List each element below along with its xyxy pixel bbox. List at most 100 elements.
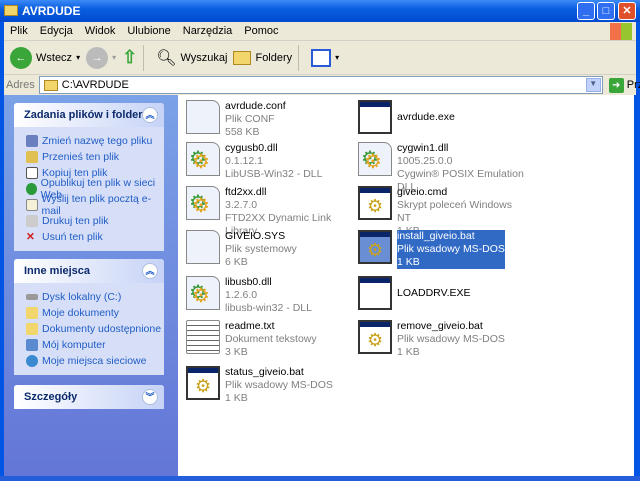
file-item[interactable]: GIVEIO.SYS Plik systemowy 6 KB: [186, 230, 356, 272]
place-shared-documents[interactable]: Dokumenty udostępnione: [26, 321, 164, 337]
menu-view[interactable]: Widok: [79, 25, 122, 37]
file-item[interactable]: status_giveio.batPlik wsadowy MS-DOS1 KB: [186, 366, 356, 408]
file-text: LOADDRV.EXE: [397, 287, 471, 300]
title-bar: AVRDUDE _ □ ✕: [0, 0, 640, 22]
txt-file-icon: [186, 320, 220, 354]
file-item[interactable]: libusb0.dll1.2.6.0libusb-win32 - DLL: [186, 276, 356, 318]
file-item[interactable]: cygusb0.dll0.1.12.1LibUSB-Win32 - DLL: [186, 142, 356, 184]
address-input[interactable]: C:\AVRDUDE ▼: [38, 76, 603, 94]
file-item[interactable]: install_giveio.batPlik wsadowy MS-DOS1 K…: [358, 230, 528, 272]
computer-icon: [26, 339, 38, 351]
panel-header[interactable]: Szczegóły ︾: [14, 385, 164, 409]
address-dropdown-icon[interactable]: ▼: [585, 78, 601, 92]
file-info: LibUSB-Win32 - DLL: [225, 168, 323, 180]
dll-file-icon: [186, 142, 220, 176]
expand-icon[interactable]: ︾: [142, 389, 158, 405]
place-label: Moje dokumenty: [42, 307, 120, 319]
place-local-disk[interactable]: Dysk lokalny (C:): [26, 289, 164, 305]
task-move[interactable]: Przenieś ten plik: [26, 149, 164, 165]
menu-file[interactable]: Plik: [4, 25, 34, 37]
folders-button[interactable]: Foldery: [233, 50, 293, 65]
back-button[interactable]: ← Wstecz ▾: [10, 46, 80, 69]
task-delete[interactable]: ✕ Usuń ten plik: [26, 229, 164, 245]
doc-file-icon: [186, 100, 220, 134]
go-button[interactable]: ➜Przejdź: [608, 77, 640, 93]
drive-icon: [26, 294, 38, 300]
file-name: readme.txt: [225, 320, 275, 332]
task-email[interactable]: Wyślij ten plik pocztą e-mail: [26, 193, 164, 217]
file-type: 3.2.7.0: [225, 199, 258, 211]
file-name: cygusb0.dll: [225, 142, 278, 154]
gear-file-icon: [186, 366, 220, 400]
file-type: Skrypt poleceń Windows NT: [397, 199, 512, 224]
file-name: remove_giveio.bat: [397, 320, 483, 332]
file-item[interactable]: LOADDRV.EXE: [358, 276, 528, 318]
file-text: cygusb0.dll 0.1.12.1 LibUSB-Win32 - DLL: [225, 142, 322, 181]
file-name: LOADDRV.EXE: [397, 287, 471, 299]
file-item[interactable]: giveio.cmdSkrypt poleceń Windows NT1 KB: [358, 186, 528, 237]
forward-button[interactable]: → ▾: [86, 46, 116, 69]
file-text: libusb0.dll 1.2.6.0 libusb-win32 - DLL: [225, 276, 312, 315]
delete-icon: ✕: [26, 231, 35, 243]
file-item[interactable]: cygwin1.dll1005.25.0.0Cygwin® POSIX Emul…: [358, 142, 528, 193]
close-button[interactable]: ✕: [618, 2, 636, 20]
file-list: avrdude.confPlik CONF558 KB avrdude.exe cy…: [178, 95, 634, 481]
file-info: 1 KB: [397, 346, 420, 358]
menu-favorites[interactable]: Ulubione: [121, 25, 176, 37]
explorer-window: AVRDUDE _ □ ✕ Plik Edycja Widok Ulubione…: [0, 0, 640, 481]
file-info: 3 KB: [225, 346, 248, 358]
collapse-icon[interactable]: ︽: [142, 107, 158, 123]
task-rename[interactable]: Zmień nazwę tego pliku: [26, 133, 164, 149]
place-my-computer[interactable]: Mój komputer: [26, 337, 164, 353]
menu-help[interactable]: Pomoc: [238, 25, 284, 37]
maximize-button[interactable]: □: [597, 2, 615, 20]
panel-title: Inne miejsca: [24, 265, 91, 277]
file-item[interactable]: ftd2xx.dll3.2.7.0FTD2XX Dynamic Link Lib…: [186, 186, 356, 237]
file-type: 1005.25.0.0: [397, 155, 453, 167]
toolbar: ← Wstecz ▾ → ▾ ⇧ 🔍︎ Wyszukaj Foldery ▾: [4, 41, 636, 75]
file-item[interactable]: avrdude.conf Plik CONF 558 KB: [186, 100, 356, 142]
move-icon: [26, 151, 38, 163]
menu-edit[interactable]: Edycja: [34, 25, 79, 37]
file-item[interactable]: readme.txt Dokument tekstowy 3 KB: [186, 320, 356, 362]
place-label: Dysk lokalny (C:): [42, 291, 122, 303]
gear-file-icon: [358, 320, 392, 354]
minimize-button[interactable]: _: [577, 2, 595, 20]
folder-icon: [43, 79, 58, 91]
forward-dropdown-icon[interactable]: ▾: [112, 53, 116, 62]
task-label: Usuń ten plik: [42, 231, 103, 243]
go-arrow-icon: ➜: [608, 77, 624, 93]
panel-header[interactable]: Inne miejsca ︽: [14, 259, 164, 283]
file-name: status_giveio.bat: [225, 366, 304, 378]
file-name: libusb0.dll: [225, 276, 272, 288]
views-button[interactable]: ▾: [311, 48, 339, 67]
file-name: avrdude.exe: [397, 111, 455, 123]
back-dropdown-icon[interactable]: ▾: [76, 53, 80, 62]
place-network[interactable]: Moje miejsca sieciowe: [26, 353, 164, 369]
publish-web-icon: [26, 183, 37, 195]
search-button[interactable]: 🔍︎ Wyszukaj: [156, 48, 227, 68]
file-info: 1 KB: [225, 392, 248, 404]
window-title: AVRDUDE: [22, 4, 81, 18]
address-label: Adres: [6, 79, 35, 91]
panel-header[interactable]: Zadania plików i folderów ︽: [14, 103, 164, 127]
file-name: GIVEIO.SYS: [225, 230, 286, 242]
collapse-icon[interactable]: ︽: [142, 263, 158, 279]
other-places-panel: Inne miejsca ︽ Dysk lokalny (C:) Moje dok…: [14, 259, 164, 375]
folders-icon: [233, 50, 252, 65]
folder-icon: [26, 307, 38, 319]
menu-tools[interactable]: Narzędzia: [177, 25, 239, 37]
back-arrow-icon: ←: [10, 46, 32, 69]
file-text: remove_giveio.bat Plik wsadowy MS-DOS 1 KB: [397, 320, 505, 359]
up-folder-button[interactable]: ⇧: [122, 47, 137, 68]
gear-file-icon: [358, 186, 392, 220]
place-my-documents[interactable]: Moje dokumenty: [26, 305, 164, 321]
file-type: Plik CONF: [225, 113, 275, 125]
file-item[interactable]: remove_giveio.batPlik wsadowy MS-DOS1 KB: [358, 320, 528, 362]
file-info: 6 KB: [225, 256, 248, 268]
panel-title: Szczegóły: [24, 391, 78, 403]
folders-label: Foldery: [255, 51, 293, 64]
back-label: Wstecz: [36, 51, 73, 64]
file-item[interactable]: avrdude.exe: [358, 100, 528, 142]
file-name: cygwin1.dll: [397, 142, 449, 154]
